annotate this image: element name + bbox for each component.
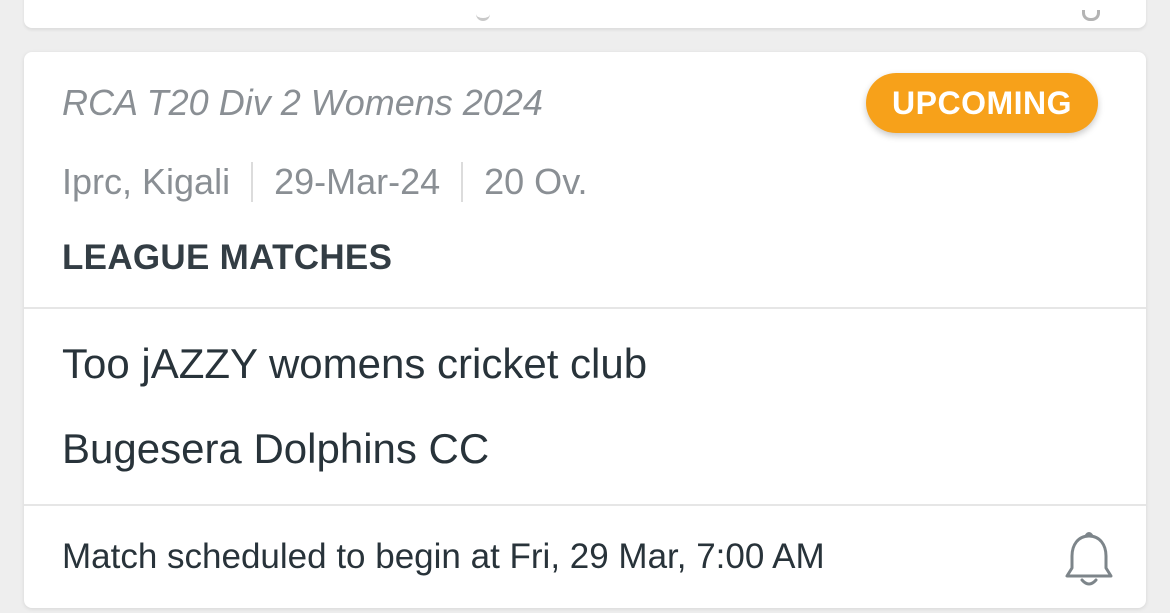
divider <box>24 307 1146 309</box>
clipped-text-fragment <box>476 4 490 21</box>
meta-separator <box>251 162 254 202</box>
venue: Iprc, Kigali <box>62 161 231 202</box>
match-overs: 20 Ov. <box>484 161 588 202</box>
schedule-text: Match scheduled to begin at Fri, 29 Mar,… <box>62 537 825 576</box>
team-1-name: Too jAZZY womens cricket club <box>62 340 648 387</box>
match-card[interactable]: RCA T20 Div 2 Womens 2024 UPCOMING Iprc,… <box>24 52 1146 608</box>
match-stage: LEAGUE MATCHES <box>62 238 393 277</box>
tournament-name: RCA T20 Div 2 Womens 2024 <box>62 82 543 123</box>
meta-separator <box>461 162 464 202</box>
divider <box>24 504 1146 506</box>
bell-icon[interactable] <box>1062 530 1116 590</box>
team-2-name: Bugesera Dolphins CC <box>62 425 490 472</box>
previous-match-card[interactable] <box>24 0 1146 28</box>
bell-icon[interactable] <box>1082 10 1100 21</box>
match-date: 29-Mar-24 <box>274 161 441 202</box>
status-badge: UPCOMING <box>866 73 1098 133</box>
match-meta: Iprc, Kigali 29-Mar-24 20 Ov. <box>62 160 588 204</box>
